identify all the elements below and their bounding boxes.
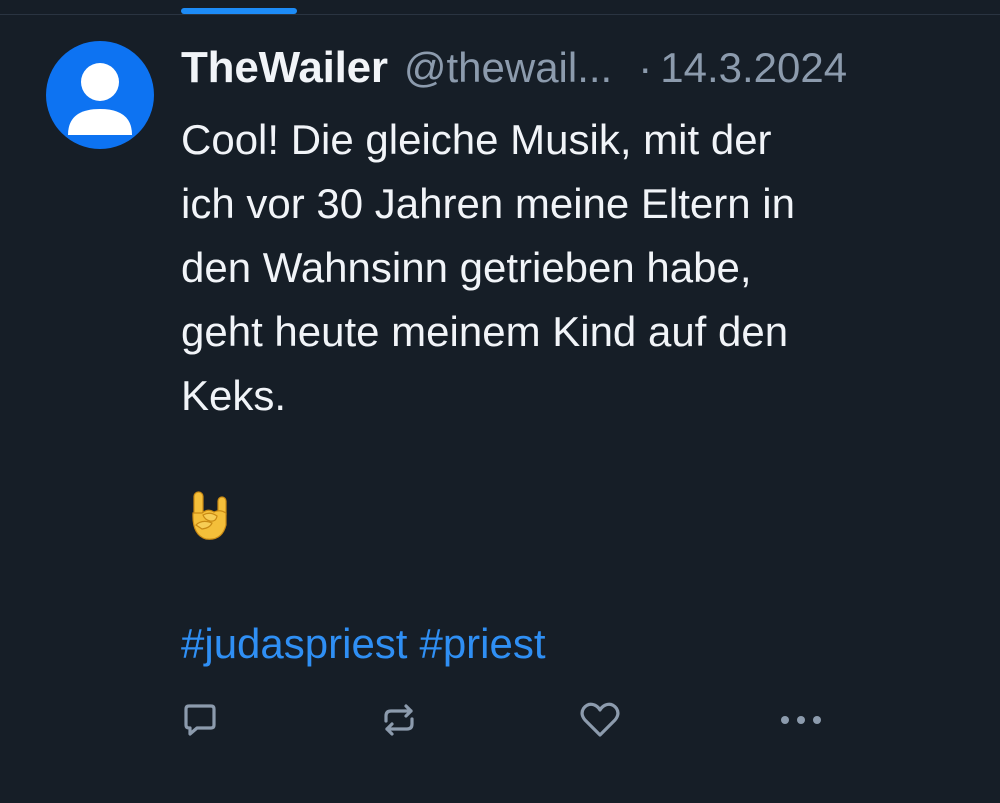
meta-separator: · — [638, 44, 653, 91]
post-text-line: Cool! Die gleiche Musik, mit der — [181, 116, 772, 163]
post-thread-view: TheWailer @thewail... · 14.3.2024 Cool! … — [0, 0, 1000, 803]
heart-icon — [580, 702, 620, 737]
hashtag-list: #judaspriest #priest — [181, 614, 546, 674]
avatar[interactable] — [46, 41, 154, 149]
reply-icon — [184, 704, 216, 736]
sign-of-the-horns-emoji — [186, 489, 232, 543]
post-text-line: Keks. — [181, 372, 287, 419]
author-handle[interactable]: @thewail... — [404, 44, 612, 92]
repost-icon — [384, 704, 414, 736]
post-text-line: ich vor 30 Jahren meine Eltern in — [181, 180, 795, 227]
more-options-button[interactable] — [779, 698, 823, 742]
author-display-name[interactable]: TheWailer — [181, 43, 388, 93]
like-button[interactable] — [578, 698, 622, 742]
reply-button[interactable] — [178, 698, 222, 742]
hashtag-link[interactable]: #judaspriest — [181, 620, 407, 668]
default-user-avatar-icon — [68, 63, 132, 135]
hashtag-link[interactable]: #priest — [419, 620, 545, 668]
post-header: TheWailer @thewail... · 14.3.2024 — [181, 40, 971, 96]
post-date[interactable]: 14.3.2024 — [660, 44, 847, 92]
post-text: Cool! Die gleiche Musik, mit der ich vor… — [181, 108, 961, 428]
post-text-line: den Wahnsinn getrieben habe, — [181, 244, 752, 291]
more-icon — [781, 716, 821, 724]
repost-button[interactable] — [377, 698, 421, 742]
post-text-line: geht heute meinem Kind auf den — [181, 308, 789, 355]
divider — [0, 14, 1000, 15]
